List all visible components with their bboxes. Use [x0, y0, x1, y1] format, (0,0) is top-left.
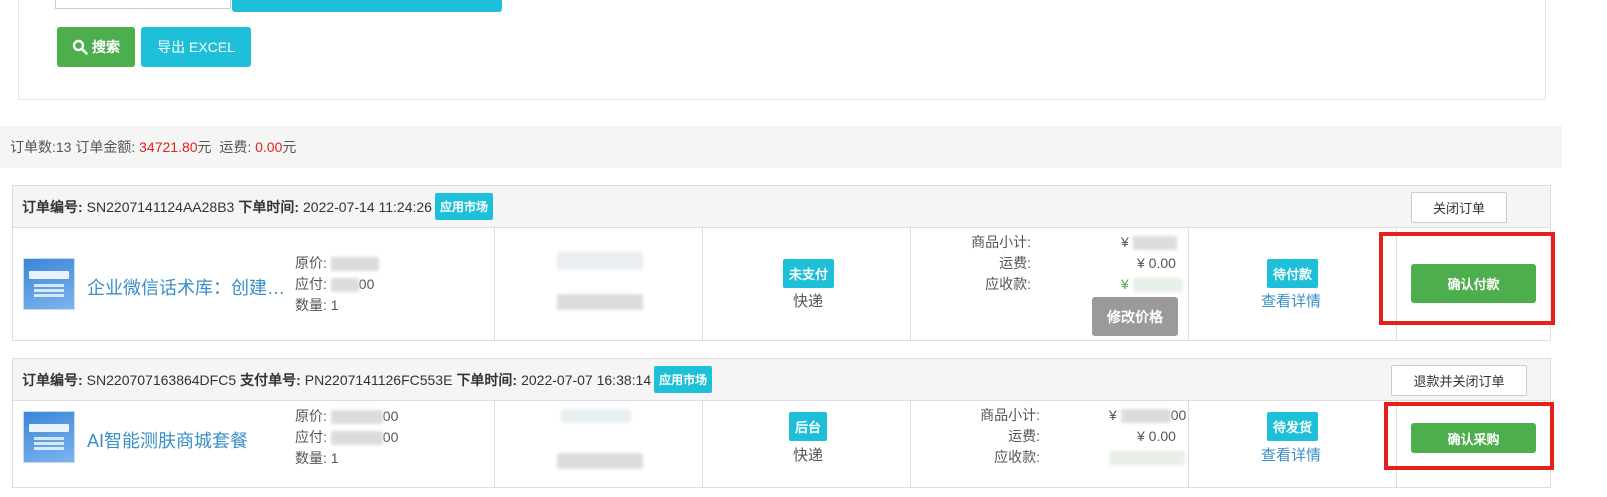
freight-value: ¥ 0.00 [1137, 255, 1176, 271]
subtotal-label: 商品小计: [971, 234, 1031, 250]
subtotal-prefix: ¥ [1121, 234, 1129, 250]
pay-price-label: 应付: [295, 429, 327, 445]
order-body: 企业微信话术库：创建… 原价: 应付: 00 数量: 1 未支付 快递 商品小计… [13, 228, 1550, 340]
view-detail-link[interactable]: 查看详情 [1261, 444, 1321, 465]
product-prices: 原价: 00 应付: 00 数量: 1 [295, 406, 398, 469]
pay-status-badge: 后台 [789, 412, 828, 441]
source-tag: 应用市场 [654, 366, 713, 393]
subtotal-blurred [1132, 236, 1177, 251]
receivable-blurred [1132, 278, 1183, 293]
product-name-link[interactable]: 企业微信话术库：创建… [87, 274, 285, 300]
amount-cell: 商品小计: 运费: 应收款: ¥ 00 ¥ 0.00 [911, 401, 1189, 487]
freight-label: 运费: [999, 255, 1031, 271]
order-no-label: 订单编号: [22, 198, 83, 215]
ship-method: 快递 [793, 293, 824, 310]
qty: 1 [330, 297, 339, 313]
order-time: 2022-07-14 11:24:26 [303, 198, 432, 215]
buyer-info-blurred [561, 409, 631, 423]
order-header: 订单编号: SN220707163864DFC5 支付单号: PN2207141… [13, 359, 1550, 401]
order-no: SN220707163864DFC5 [86, 371, 237, 388]
product-cell: 企业微信话术库：创建… 原价: 应付: 00 数量: 1 [13, 228, 495, 340]
buyer-contact-blurred [557, 453, 643, 469]
subtotal-tail: 00 [1170, 407, 1187, 423]
subtotal-prefix: ¥ [1109, 407, 1117, 423]
pay-status-badge: 未支付 [783, 259, 835, 288]
freight-unit: 元 [282, 139, 297, 155]
export-excel-button[interactable]: 导出 EXCEL [141, 27, 251, 67]
order-count-label: 订单数: [10, 139, 56, 155]
product-name-link[interactable]: AI智能测肤商城套餐 [87, 427, 248, 453]
order-status-badge: 待发货 [1267, 412, 1319, 441]
search-button-label: 搜索 [92, 39, 120, 55]
qty-label: 数量: [295, 450, 327, 466]
order-amount: 34721.80 [139, 139, 198, 155]
pay-price-blurred [330, 431, 383, 446]
order-header: 订单编号: SN2207141124AA28B3 下单时间: 2022-07-1… [13, 186, 1550, 228]
refund-close-order-button[interactable]: 退款并关闭订单 [1391, 365, 1527, 396]
buyer-info-blurred [557, 252, 643, 270]
pay-no: PN2207141126FC553E [304, 371, 453, 388]
order-no-label: 订单编号: [22, 371, 83, 388]
order-no: SN2207141124AA28B3 [86, 198, 235, 215]
freight-value: ¥ 0.00 [1137, 428, 1176, 444]
product-cell: AI智能测肤商城套餐 原价: 00 应付: 00 数量: 1 [13, 401, 495, 487]
order-summary: 订单数: 13 订单金额: 34721.80 元 运费: 0.00 元 [0, 126, 1562, 168]
order-status-badge: 待付款 [1267, 259, 1319, 288]
subtotal-label: 商品小计: [980, 407, 1040, 423]
receivable-prefix: ¥ [1121, 276, 1129, 292]
qty: 1 [330, 450, 339, 466]
search-icon [72, 39, 88, 55]
order-time: 2022-07-07 16:38:14 [521, 371, 652, 388]
receivable-label: 应收款: [985, 276, 1031, 292]
pay-price-tail: 00 [358, 276, 375, 292]
filter-input[interactable] [55, 0, 231, 9]
filter-select[interactable] [232, 0, 502, 12]
amount-cell: 商品小计: 运费: 应收款: ¥ ¥ 0.00 ¥ 修改价格 [911, 228, 1189, 340]
freight-label: 运费: [1008, 428, 1040, 444]
order-count: 13 [55, 139, 72, 155]
view-detail-link[interactable]: 查看详情 [1261, 290, 1321, 311]
payment-cell: 后台 快递 [703, 401, 911, 487]
order-amount-label: 订单金额: [71, 139, 140, 155]
export-button-label: 导出 EXCEL [157, 39, 235, 55]
product-prices: 原价: 应付: 00 数量: 1 [295, 253, 379, 316]
receivable-blurred [1109, 451, 1185, 466]
subtotal-blurred [1120, 409, 1171, 424]
buyer-cell [495, 228, 703, 340]
orig-price-label: 原价: [295, 408, 327, 424]
pay-price-label: 应付: [295, 276, 327, 292]
close-order-button[interactable]: 关闭订单 [1411, 192, 1507, 223]
order-amount-unit: 元 [197, 139, 212, 155]
receivable-label: 应收款: [994, 449, 1040, 465]
payment-cell: 未支付 快递 [703, 228, 911, 340]
freight-label: 运费: [211, 139, 256, 155]
order-card: 订单编号: SN2207141124AA28B3 下单时间: 2022-07-1… [12, 185, 1551, 341]
highlight-box [1384, 402, 1554, 470]
source-tag: 应用市场 [434, 193, 493, 220]
orig-price-blurred [330, 410, 383, 425]
freight-total: 0.00 [255, 139, 283, 155]
modify-price-button[interactable]: 修改价格 [1092, 297, 1178, 336]
status-cell: 待付款 查看详情 [1189, 228, 1397, 340]
ship-method: 快递 [793, 447, 824, 464]
pay-no-label: 支付单号: [240, 371, 301, 388]
highlight-box [1379, 232, 1555, 325]
search-button[interactable]: 搜索 [57, 27, 135, 67]
pay-price-tail: 00 [382, 429, 399, 445]
order-time-label: 下单时间: [456, 371, 518, 388]
order-body: AI智能测肤商城套餐 原价: 00 应付: 00 数量: 1 后台 快递 商品小… [13, 401, 1550, 487]
buyer-contact-blurred [557, 294, 643, 310]
orig-price-tail: 00 [382, 408, 399, 424]
orig-price-label: 原价: [295, 255, 327, 271]
status-cell: 待发货 查看详情 [1189, 401, 1397, 487]
orig-price-blurred [330, 257, 379, 272]
order-time-label: 下单时间: [238, 198, 299, 215]
product-thumbnail [23, 411, 75, 463]
product-thumbnail [23, 258, 75, 310]
qty-label: 数量: [295, 297, 327, 313]
pay-price-blurred [330, 278, 359, 293]
order-card: 订单编号: SN220707163864DFC5 支付单号: PN2207141… [12, 358, 1551, 488]
buyer-cell [495, 401, 703, 487]
